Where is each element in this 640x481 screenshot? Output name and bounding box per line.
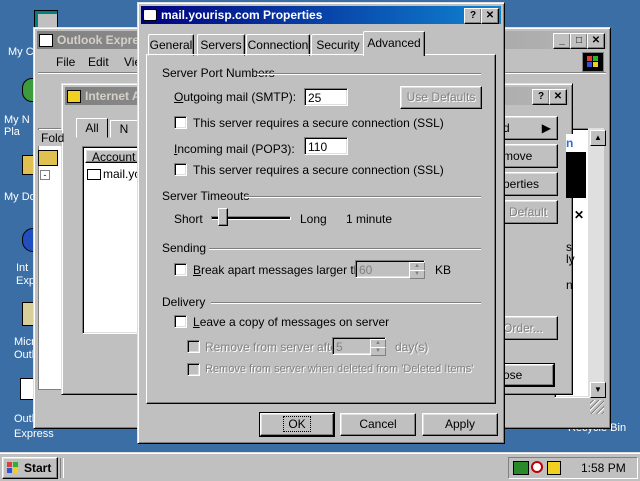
help-button[interactable]: ? (532, 89, 550, 105)
leave-copy-checkbox[interactable] (174, 315, 187, 328)
ssl-outgoing-checkbox[interactable] (174, 116, 187, 129)
system-tray: 1:58 PM (508, 457, 638, 479)
dialog-title-bar[interactable]: mail.yourisp.com Properties ? ✕ (141, 6, 501, 24)
days-unit-label: day(s) (395, 340, 429, 354)
accounts-tab-all[interactable]: All (76, 118, 108, 138)
break-apart-checkbox[interactable] (174, 263, 187, 276)
start-button[interactable]: Start (2, 457, 58, 479)
outlook-banner-partial: n (566, 134, 586, 198)
mail-account-icon (143, 9, 157, 21)
account-list-item[interactable]: mail.yo (87, 167, 141, 181)
tab-security[interactable]: Security (311, 34, 365, 56)
size-unit-label: KB (435, 263, 452, 277)
accounts-set-order-button[interactable]: Order... (500, 316, 558, 340)
resize-grip-icon[interactable] (590, 400, 604, 414)
desktop-icon-label: My Do (4, 191, 36, 203)
tab-servers[interactable]: Servers (197, 34, 245, 56)
accounts-close-button[interactable]: ose (499, 363, 555, 387)
desktop-icon-label: My C (8, 46, 34, 58)
divider (257, 73, 481, 75)
properties-dialog[interactable]: mail.yourisp.com Properties ? ✕ General … (137, 2, 505, 444)
timeout-short-label: Short (174, 212, 203, 226)
break-apart-label: Break apart messages larger than (193, 263, 374, 277)
timeout-value: 1 minute (346, 212, 393, 226)
ok-button[interactable]: OK (259, 412, 335, 437)
ssl-incoming-checkbox[interactable] (174, 163, 187, 176)
outlook-right-scrollbar[interactable] (588, 128, 604, 396)
remove-deleted-label: Remove from server when deleted from 'De… (205, 363, 474, 375)
incoming-mail-label: Incoming mail (POP3): (174, 142, 295, 156)
folder-pane-header: Fold (38, 130, 64, 146)
timeouts-heading: Server Timeouts (162, 189, 254, 203)
days-spinner-down-icon[interactable]: ▼ (370, 347, 386, 356)
volume-tray-icon[interactable] (531, 461, 543, 473)
mail-account-icon (87, 169, 101, 181)
advanced-tab-panel: Server Port Numbers Outgoing mail (SMTP)… (146, 54, 496, 404)
tree-expand-icon[interactable]: - (40, 170, 50, 180)
close-button[interactable]: ✕ (481, 8, 499, 24)
close-button[interactable]: ✕ (549, 89, 567, 105)
divider (211, 302, 481, 304)
partial-text: n (566, 278, 573, 292)
windows-logo-icon (7, 462, 19, 473)
incoming-port-input[interactable]: 110 (304, 137, 348, 155)
divider (209, 248, 481, 250)
accounts-icon (67, 90, 81, 103)
partial-text: ly (566, 252, 575, 266)
apply-button[interactable]: Apply (422, 413, 498, 436)
accounts-set-default-button[interactable]: Default (500, 200, 558, 224)
taskbar: Start 1:58 PM (0, 452, 640, 481)
tab-general[interactable]: General (148, 34, 194, 56)
help-button[interactable]: ? (464, 8, 482, 24)
divider (245, 196, 481, 198)
cancel-button[interactable]: Cancel (340, 413, 416, 436)
timeout-long-label: Long (300, 212, 327, 226)
delivery-heading: Delivery (162, 295, 210, 309)
menu-edit[interactable]: Edit (88, 55, 109, 69)
leave-copy-label: Leave a copy of messages on server (193, 315, 390, 329)
accounts-properties-button[interactable]: perties (500, 172, 558, 196)
maximize-button[interactable]: □ (570, 33, 588, 49)
windows-logo-icon (582, 52, 604, 72)
taskbar-clock[interactable]: 1:58 PM (581, 461, 626, 475)
use-defaults-button[interactable]: Use Defaults (400, 86, 482, 109)
size-spinner-down-icon[interactable]: ▼ (409, 270, 425, 279)
account-column-header[interactable]: Account (85, 149, 139, 164)
timeout-slider-thumb[interactable] (218, 208, 228, 226)
accounts-tab-news[interactable]: N (110, 120, 138, 138)
tab-connection[interactable]: Connection (246, 34, 310, 56)
ssl-outgoing-label: This server requires a secure connection… (193, 116, 444, 130)
dialog-title: mail.yourisp.com Properties (161, 8, 323, 22)
scroll-up-arrow-icon[interactable]: ▲ (590, 130, 606, 146)
folder-tree-icon (38, 150, 58, 166)
accounts-import-button[interactable]: d ▶ (500, 116, 558, 140)
outlook-express-icon (39, 34, 53, 47)
accounts-remove-button[interactable]: move (500, 144, 558, 168)
tab-advanced[interactable]: Advanced (363, 31, 425, 56)
outlook-window-title: Outlook Expre (57, 33, 140, 47)
close-x-icon[interactable]: ✕ (574, 208, 584, 222)
minimize-button[interactable]: _ (553, 33, 571, 49)
remove-after-label: Remove from server after (205, 340, 342, 354)
remove-deleted-checkbox[interactable] (187, 363, 200, 376)
scroll-down-arrow-icon[interactable]: ▼ (590, 382, 606, 398)
outgoing-mail-label: Outgoing mail (SMTP): (174, 90, 297, 104)
menu-file[interactable]: File (56, 55, 75, 69)
outgoing-port-input[interactable]: 25 (304, 88, 348, 106)
ssl-incoming-label: This server requires a secure connection… (193, 163, 444, 177)
remove-after-checkbox[interactable] (187, 340, 200, 353)
accounts-list[interactable]: Account mail.yo (82, 146, 144, 334)
sending-heading: Sending (162, 241, 211, 255)
taskbar-divider (60, 458, 64, 478)
arrow-right-icon: ▶ (541, 121, 551, 135)
network-tray-icon[interactable] (513, 461, 529, 475)
close-button[interactable]: ✕ (587, 33, 605, 49)
scheduler-tray-icon[interactable] (547, 461, 561, 475)
